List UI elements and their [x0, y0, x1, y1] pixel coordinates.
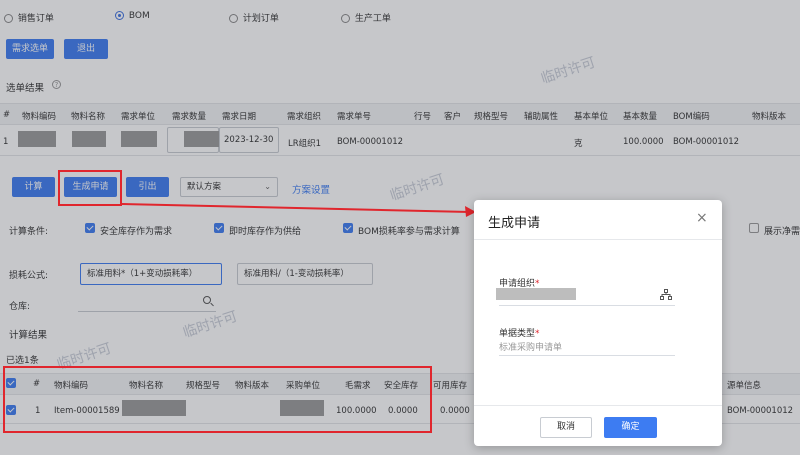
dialog-title-divider: [474, 239, 722, 240]
highlight-generate-button: [58, 170, 122, 206]
org-field-underline: [499, 305, 675, 306]
generate-request-dialog: 生成申请 × 申请组织* 单据类型* 标准采购申请单 取消 确定: [474, 200, 722, 446]
cancel-button[interactable]: 取消: [540, 417, 592, 438]
required-mark: *: [535, 329, 540, 339]
type-field-underline: [499, 355, 675, 356]
type-label-text: 单据类型: [499, 329, 536, 339]
dialog-title: 生成申请: [488, 216, 541, 231]
highlight-result-table: [3, 366, 432, 433]
annotation-arrow: [121, 203, 476, 217]
close-icon[interactable]: ×: [696, 210, 708, 226]
redacted-org-value: [496, 288, 576, 300]
dialog-footer-divider: [474, 405, 722, 406]
confirm-button[interactable]: 确定: [604, 417, 657, 438]
type-field-label: 单据类型*: [499, 326, 540, 339]
type-field[interactable]: 标准采购申请单: [499, 340, 675, 353]
org-tree-icon[interactable]: [660, 289, 672, 300]
